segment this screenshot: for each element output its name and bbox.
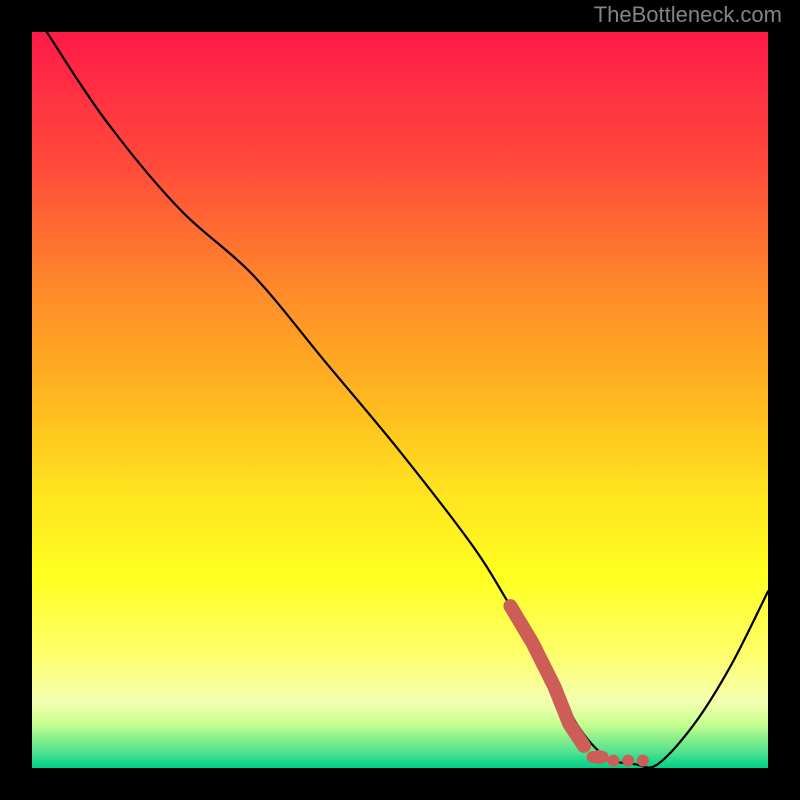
plot-background bbox=[32, 32, 768, 768]
optimal-range-dot bbox=[637, 755, 649, 767]
optimal-range-dot bbox=[607, 755, 619, 767]
chart-svg bbox=[0, 0, 800, 800]
optimal-range-dash bbox=[587, 751, 609, 763]
optimal-range-dot bbox=[622, 755, 634, 767]
chart-container: TheBottleneck.com bbox=[0, 0, 800, 800]
